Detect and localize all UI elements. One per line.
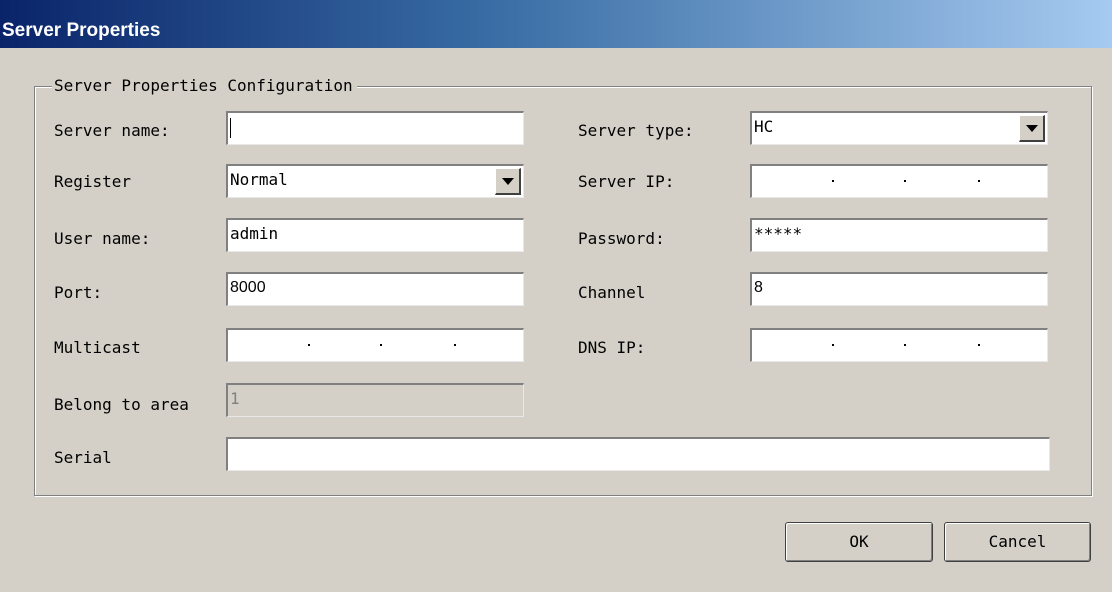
ip-separator [832,180,834,182]
dns-ip-label: DNS IP: [578,338,646,357]
window-title: Server Properties [2,20,161,41]
channel-label: Channel [578,283,646,302]
belong-to-area-label: Belong to area [54,395,189,414]
password-value: ***** [754,224,803,243]
server-type-select[interactable]: HC [750,111,1048,145]
ip-separator [380,344,382,346]
server-name-input[interactable] [226,111,524,145]
dns-ip-input[interactable] [750,328,1048,362]
password-input[interactable]: ***** [750,218,1048,252]
channel-value: 8 [754,279,763,296]
chevron-down-icon[interactable] [1019,115,1045,142]
ip-separator [904,344,906,346]
server-type-label: Server type: [578,121,694,140]
register-label: Register [54,172,132,191]
title-bar: Server Properties [0,0,1112,48]
cancel-button[interactable]: Cancel [944,522,1091,562]
ip-separator [978,344,980,346]
ip-separator [832,344,834,346]
register-value: Normal [230,170,288,189]
belong-to-area-input: 1 [226,383,524,417]
server-ip-label: Server IP: [578,172,675,191]
password-label: Password: [578,229,665,248]
server-name-label: Server name: [54,121,170,140]
ip-separator [978,180,980,182]
user-name-value: admin [230,224,279,243]
group-legend: Server Properties Configuration [52,73,357,99]
register-select[interactable]: Normal [226,164,524,198]
multicast-label: Multicast [54,338,141,357]
ip-separator [454,344,456,346]
server-type-value: HC [754,117,774,136]
port-label: Port: [54,283,103,302]
belong-to-area-value: 1 [230,389,240,408]
port-value: 8000 [230,279,266,296]
server-ip-input[interactable] [750,164,1048,198]
text-cursor [230,117,231,138]
ok-button[interactable]: OK [785,522,933,562]
ip-separator [308,344,310,346]
serial-input[interactable] [226,437,1050,471]
serial-label: Serial [54,448,112,467]
multicast-ip-input[interactable] [226,328,524,362]
user-name-input[interactable]: admin [226,218,524,252]
chevron-down-icon[interactable] [495,168,521,195]
user-name-label: User name: [54,229,151,248]
ip-separator [904,180,906,182]
channel-input[interactable]: 8 [750,272,1048,306]
port-input[interactable]: 8000 [226,272,524,306]
